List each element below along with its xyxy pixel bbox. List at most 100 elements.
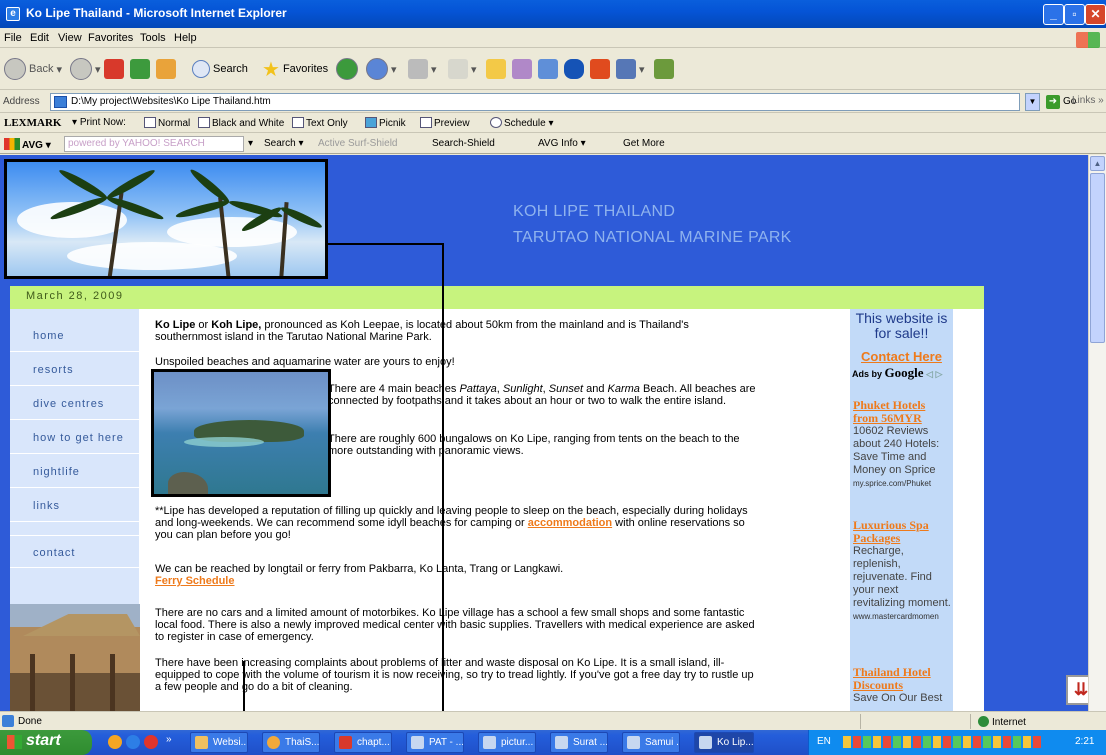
ad-hotel-discounts[interactable]: Thailand Hotel Discounts Save On Our Bes… xyxy=(853,666,951,705)
palm-trees-photo xyxy=(4,159,328,279)
quicklaunch-firefox-icon[interactable] xyxy=(108,735,122,749)
nav-links[interactable]: links xyxy=(10,489,140,522)
bluetooth-button[interactable] xyxy=(564,57,584,81)
nav-nightlife[interactable]: nightlife xyxy=(10,455,140,488)
tray-icons[interactable] xyxy=(843,736,1043,748)
edit-button[interactable]: ▾ xyxy=(448,57,477,81)
nav-contact[interactable]: contact xyxy=(10,535,140,568)
task-surat[interactable]: Surat ... xyxy=(550,732,608,753)
picnik-button[interactable]: Picnik xyxy=(365,117,406,129)
bungalows-paragraph: There are roughly 600 bungalows on Ko Li… xyxy=(328,433,740,457)
print-bw-button[interactable]: Black and White xyxy=(198,117,284,129)
ie-icon xyxy=(627,736,640,749)
search-dropdown[interactable]: ▾ xyxy=(248,138,253,149)
folder-icon xyxy=(195,736,208,749)
restore-button[interactable]: ▫ xyxy=(1064,4,1085,25)
folder-button[interactable] xyxy=(486,57,506,81)
refresh-button[interactable] xyxy=(130,57,150,81)
schedule-button[interactable]: Schedule ▾ xyxy=(490,117,554,129)
discuss-button[interactable]: ▾ xyxy=(616,57,645,81)
active-surf-shield[interactable]: Active Surf-Shield xyxy=(318,138,397,149)
ad-phuket-hotels[interactable]: Phuket Hotels from 56MYR 10602 Reviews a… xyxy=(853,399,951,490)
ad-nav-icon[interactable]: ◁ ▷ xyxy=(926,369,942,379)
print-normal-button[interactable]: Normal xyxy=(144,117,190,129)
address-input[interactable]: D:\My project\Websites\Ko Lipe Thailand.… xyxy=(50,93,1020,111)
menu-edit[interactable]: Edit xyxy=(30,32,49,44)
nav-home[interactable]: home xyxy=(10,319,140,352)
messenger-icon xyxy=(267,736,280,749)
task-pat[interactable]: PAT - ... xyxy=(406,732,464,753)
task-pictures[interactable]: pictur... xyxy=(478,732,536,753)
search-shield-button[interactable]: Search-Shield xyxy=(432,138,495,149)
menu-favorites[interactable]: Favorites xyxy=(88,32,133,44)
language-indicator[interactable]: EN xyxy=(817,736,831,747)
tool-button[interactable] xyxy=(590,57,610,81)
ferry-schedule-link[interactable]: Ferry Schedule xyxy=(155,575,234,587)
print-now-menu[interactable]: ▾ Print Now: xyxy=(72,117,126,128)
star-icon: ★ xyxy=(262,58,280,81)
task-samui[interactable]: Samui ... xyxy=(622,732,680,753)
nav-how-to-get-here[interactable]: how to get here xyxy=(10,421,140,454)
edit-icon xyxy=(448,59,468,79)
cars-paragraph: There are no cars and a limited amount o… xyxy=(155,607,755,643)
nav-dive-centres[interactable]: dive centres xyxy=(10,387,140,420)
island-photo xyxy=(151,369,331,497)
quicklaunch-ie-icon[interactable] xyxy=(126,735,140,749)
status-text: Done xyxy=(18,716,42,727)
close-button[interactable]: ✕ xyxy=(1085,4,1106,25)
home-button[interactable] xyxy=(156,57,176,81)
history-button[interactable] xyxy=(336,57,358,81)
menu-tools[interactable]: Tools xyxy=(140,32,166,44)
avg-menu[interactable]: AVG ▾ xyxy=(4,138,51,151)
mail-button[interactable]: ▾ xyxy=(366,57,397,81)
messenger-button[interactable] xyxy=(538,57,558,81)
scroll-up-arrow-icon[interactable]: ▲ xyxy=(1090,156,1105,171)
task-websites[interactable]: Websi... xyxy=(190,732,248,753)
back-button[interactable]: Back ▾ xyxy=(4,57,62,81)
print-text-only-button[interactable]: Text Only xyxy=(292,117,348,129)
ie-icon xyxy=(555,736,568,749)
search-icon xyxy=(192,60,210,78)
stop-button[interactable] xyxy=(104,57,124,81)
nav-resorts[interactable]: resorts xyxy=(10,353,140,386)
print-button[interactable]: ▾ xyxy=(408,57,437,81)
title-bar[interactable]: e Ko Lipe Thailand - Microsoft Internet … xyxy=(0,0,1106,28)
address-dropdown[interactable]: ▼ xyxy=(1025,93,1040,111)
menu-view[interactable]: View xyxy=(58,32,82,44)
quicklaunch-more[interactable]: » xyxy=(166,734,172,745)
history-icon xyxy=(336,58,358,80)
quicklaunch-media-icon[interactable] xyxy=(144,735,158,749)
search-button[interactable]: Search xyxy=(192,57,248,81)
forward-button[interactable]: ▾ xyxy=(70,57,101,81)
messenger-icon xyxy=(538,59,558,79)
stop-icon xyxy=(104,59,124,79)
accommodation-link[interactable]: accommodation xyxy=(528,517,612,529)
avg-info-button[interactable]: AVG Info ▾ xyxy=(538,138,586,149)
menu-help[interactable]: Help xyxy=(174,32,197,44)
menu-bar: File Edit View Favorites Tools Help xyxy=(0,28,1106,48)
windows-flag-icon xyxy=(7,735,22,749)
favorites-button[interactable]: ★ Favorites xyxy=(262,57,328,81)
scroll-down-icon[interactable]: ⇊ xyxy=(1066,675,1088,705)
minimize-button[interactable]: _ xyxy=(1043,4,1064,25)
back-arrow-icon xyxy=(4,58,26,80)
contact-here-link[interactable]: Contact Here xyxy=(850,349,953,364)
preview-button[interactable]: Preview xyxy=(420,117,470,129)
research-button[interactable] xyxy=(512,57,532,81)
yahoo-search-input[interactable]: powered by YAHOO! SEARCH xyxy=(64,136,244,152)
ad-spa-packages[interactable]: Luxurious Spa Packages Recharge, repleni… xyxy=(853,519,951,623)
task-thais[interactable]: ThaiS... xyxy=(262,732,320,753)
msn-button[interactable] xyxy=(654,57,674,81)
task-chapter[interactable]: chapt... xyxy=(334,732,392,753)
ads-by-google[interactable]: Ads by Google ◁ ▷ xyxy=(852,365,942,381)
scroll-thumb[interactable] xyxy=(1090,173,1105,343)
avg-search-button[interactable]: Search ▾ xyxy=(264,138,304,149)
address-bar: Address D:\My project\Websites\Ko Lipe T… xyxy=(0,91,1106,113)
links-button[interactable]: Links » xyxy=(1072,95,1104,106)
start-button[interactable]: start xyxy=(0,730,92,755)
menu-file[interactable]: File xyxy=(4,32,22,44)
standard-toolbar: Back ▾ ▾ Search ★ Favorites ▾ ▾ ▾ ▾ xyxy=(0,48,1106,90)
task-ko-lipe[interactable]: Ko Lip... xyxy=(694,732,754,753)
get-more-button[interactable]: Get More xyxy=(623,138,665,149)
vertical-scrollbar[interactable]: ▲ xyxy=(1088,155,1106,711)
